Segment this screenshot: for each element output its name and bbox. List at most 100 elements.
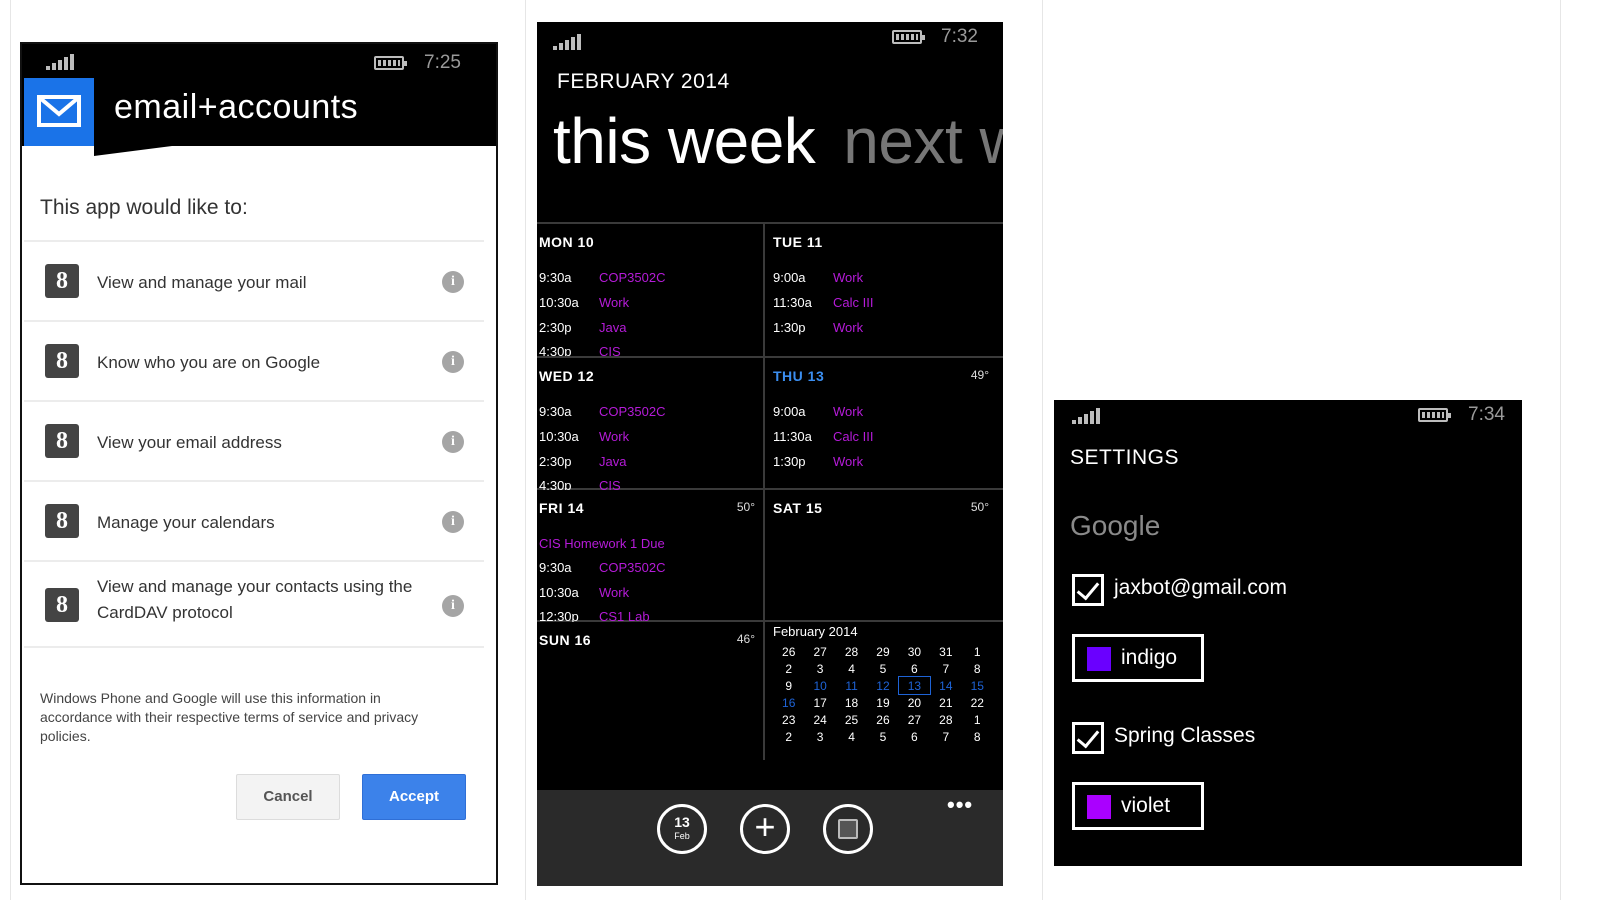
event-item[interactable]: 4:30p CIS	[537, 478, 621, 490]
mini-calendar-day[interactable]: 6	[899, 728, 930, 745]
mini-calendar-day[interactable]: 13	[897, 676, 932, 695]
mini-calendar-day[interactable]: 17	[804, 694, 835, 711]
mini-calendar-day[interactable]: 27	[804, 643, 835, 660]
mini-calendar-day[interactable]: 2	[773, 660, 804, 677]
mini-calendar-day[interactable]: 7	[930, 728, 961, 745]
mini-calendar-day[interactable]: 10	[804, 677, 835, 694]
event-item[interactable]: 11:30a Calc III	[771, 295, 873, 310]
mini-calendar-day[interactable]: 3	[804, 728, 835, 745]
event-item[interactable]: 11:30a Calc III	[771, 429, 873, 444]
permission-label: View and manage your mail	[97, 273, 307, 292]
event-time: 11:30a	[773, 429, 812, 444]
mini-calendar-day[interactable]: 3	[804, 660, 835, 677]
event-item[interactable]: 9:30a COP3502C	[537, 404, 665, 419]
event-item[interactable]: 9:00a Work	[771, 404, 863, 419]
event-item[interactable]: 10:30a Work	[537, 295, 629, 310]
today-button[interactable]: 13 Feb	[657, 804, 707, 854]
panel-divider	[1560, 0, 1561, 900]
mini-calendar-day[interactable]: 5	[867, 660, 898, 677]
calendar-view-button[interactable]	[823, 804, 873, 854]
info-icon[interactable]: i	[442, 271, 464, 293]
mini-calendar-day[interactable]: 6	[899, 660, 930, 677]
mini-calendar-day[interactable]: 4	[836, 728, 867, 745]
pivot-next-week[interactable]: next w	[843, 105, 1003, 177]
mini-calendar-day[interactable]: 25	[836, 711, 867, 728]
status-time: 7:32	[941, 26, 978, 47]
mini-calendar-day[interactable]: 31	[930, 643, 961, 660]
mini-calendar-day[interactable]: 8	[962, 660, 993, 677]
pivot-this-week[interactable]: this week	[553, 105, 816, 177]
mini-calendar-day[interactable]: 11	[836, 677, 867, 694]
day-cell-sun[interactable]: SUN 16 46°	[537, 622, 763, 754]
mini-calendar-day[interactable]: 28	[930, 711, 961, 728]
event-item[interactable]: 1:30p Work	[771, 320, 863, 335]
accept-button[interactable]: Accept	[362, 774, 466, 820]
mini-calendar-day[interactable]: 9	[773, 677, 804, 694]
event-item[interactable]: 9:00a Work	[771, 270, 863, 285]
mini-calendar-day[interactable]: 27	[899, 711, 930, 728]
mini-calendar-day[interactable]: 5	[867, 728, 898, 745]
event-item[interactable]: 10:30a Work	[537, 429, 629, 444]
mini-calendar[interactable]: February 2014 26 27 28 29 30 31 1 2 3 4 5 6 7 8 9 10 11 1…	[773, 624, 997, 745]
mini-calendar-day[interactable]: 7	[930, 660, 961, 677]
event-item[interactable]: 9:30a COP3502C	[537, 270, 665, 285]
mini-calendar-day[interactable]: 18	[836, 694, 867, 711]
mini-calendar-day[interactable]: 28	[836, 643, 867, 660]
google-icon: 8	[45, 424, 79, 458]
event-item[interactable]: 2:30p Java	[537, 320, 626, 335]
mini-calendar-day[interactable]: 1	[962, 711, 993, 728]
info-icon[interactable]: i	[442, 431, 464, 453]
event-item[interactable]: CIS Homework 1 Due	[537, 536, 665, 551]
day-cell-sat[interactable]: SAT 15 50°	[771, 490, 997, 622]
day-cell-thu[interactable]: THU 13 49° 9:00a Work 11:30a Calc III 1:30…	[771, 358, 997, 490]
mini-calendar-day[interactable]: 8	[962, 728, 993, 745]
event-item[interactable]: 2:30p Java	[537, 454, 626, 469]
event-item[interactable]: 1:30p Work	[771, 454, 863, 469]
event-item[interactable]: 9:30a COP3502C	[537, 560, 665, 575]
checkbox-checked-icon[interactable]	[1072, 722, 1104, 754]
mini-calendar-day[interactable]: 1	[962, 643, 993, 660]
temperature: 49°	[970, 368, 989, 382]
today-day: 13	[674, 814, 690, 830]
mini-calendar-day[interactable]: 16	[773, 694, 804, 711]
page-title: SETTINGS	[1070, 446, 1180, 469]
color-picker[interactable]: indigo	[1072, 634, 1204, 682]
mini-calendar-day[interactable]: 24	[804, 711, 835, 728]
account-name: Google	[1070, 510, 1161, 541]
mini-calendar-day[interactable]: 26	[867, 711, 898, 728]
mini-calendar-day[interactable]: 14	[930, 677, 961, 694]
mini-calendar-title: February 2014	[773, 624, 858, 639]
mini-calendar-day[interactable]: 15	[962, 677, 993, 694]
mini-calendar-day[interactable]: 20	[899, 694, 930, 711]
mini-calendar-day[interactable]: 23	[773, 711, 804, 728]
more-menu-button[interactable]: •••	[947, 792, 973, 818]
add-event-button[interactable]: +	[740, 804, 790, 854]
mini-calendar-week: 26 27 28 29 30 31 1	[773, 643, 993, 660]
day-cell-fri[interactable]: FRI 14 50° CIS Homework 1 Due 9:30a COP35…	[537, 490, 763, 622]
event-item[interactable]: 10:30a Work	[537, 585, 629, 600]
mini-calendar-day[interactable]: 22	[962, 694, 993, 711]
mini-calendar-day[interactable]: 2	[773, 728, 804, 745]
day-cell-mon[interactable]: MON 10 9:30a COP3502C 10:30a Work 2:30p Jav…	[537, 224, 763, 356]
info-icon[interactable]: i	[442, 511, 464, 533]
mini-calendar-day[interactable]: 4	[836, 660, 867, 677]
info-icon[interactable]: i	[442, 351, 464, 373]
checkbox-checked-icon[interactable]	[1072, 574, 1104, 606]
mini-calendar-day[interactable]: 29	[867, 643, 898, 660]
cancel-button[interactable]: Cancel	[236, 774, 340, 820]
permission-label: View and manage your contacts using the …	[97, 577, 413, 622]
color-name: violet	[1121, 794, 1171, 817]
color-picker[interactable]: violet	[1072, 782, 1204, 830]
mini-calendar-day[interactable]: 26	[773, 643, 804, 660]
mini-calendar-day[interactable]: 21	[930, 694, 961, 711]
info-icon[interactable]: i	[442, 595, 464, 617]
event-item[interactable]: 4:30p CIS	[537, 344, 621, 356]
event-time: 1:30p	[773, 320, 806, 335]
mini-calendar-day[interactable]: 12	[867, 677, 898, 694]
event-item[interactable]: 12:30p CS1 Lab	[537, 609, 650, 622]
mini-calendar-week: 23 24 25 26 27 28 1	[773, 711, 993, 728]
day-cell-tue[interactable]: TUE 11 9:00a Work 11:30a Calc III 1:30p Wor…	[771, 224, 997, 356]
mini-calendar-day[interactable]: 19	[867, 694, 898, 711]
day-cell-wed[interactable]: WED 12 9:30a COP3502C 10:30a Work 2:30p Jav…	[537, 358, 763, 490]
mini-calendar-day[interactable]: 30	[899, 643, 930, 660]
